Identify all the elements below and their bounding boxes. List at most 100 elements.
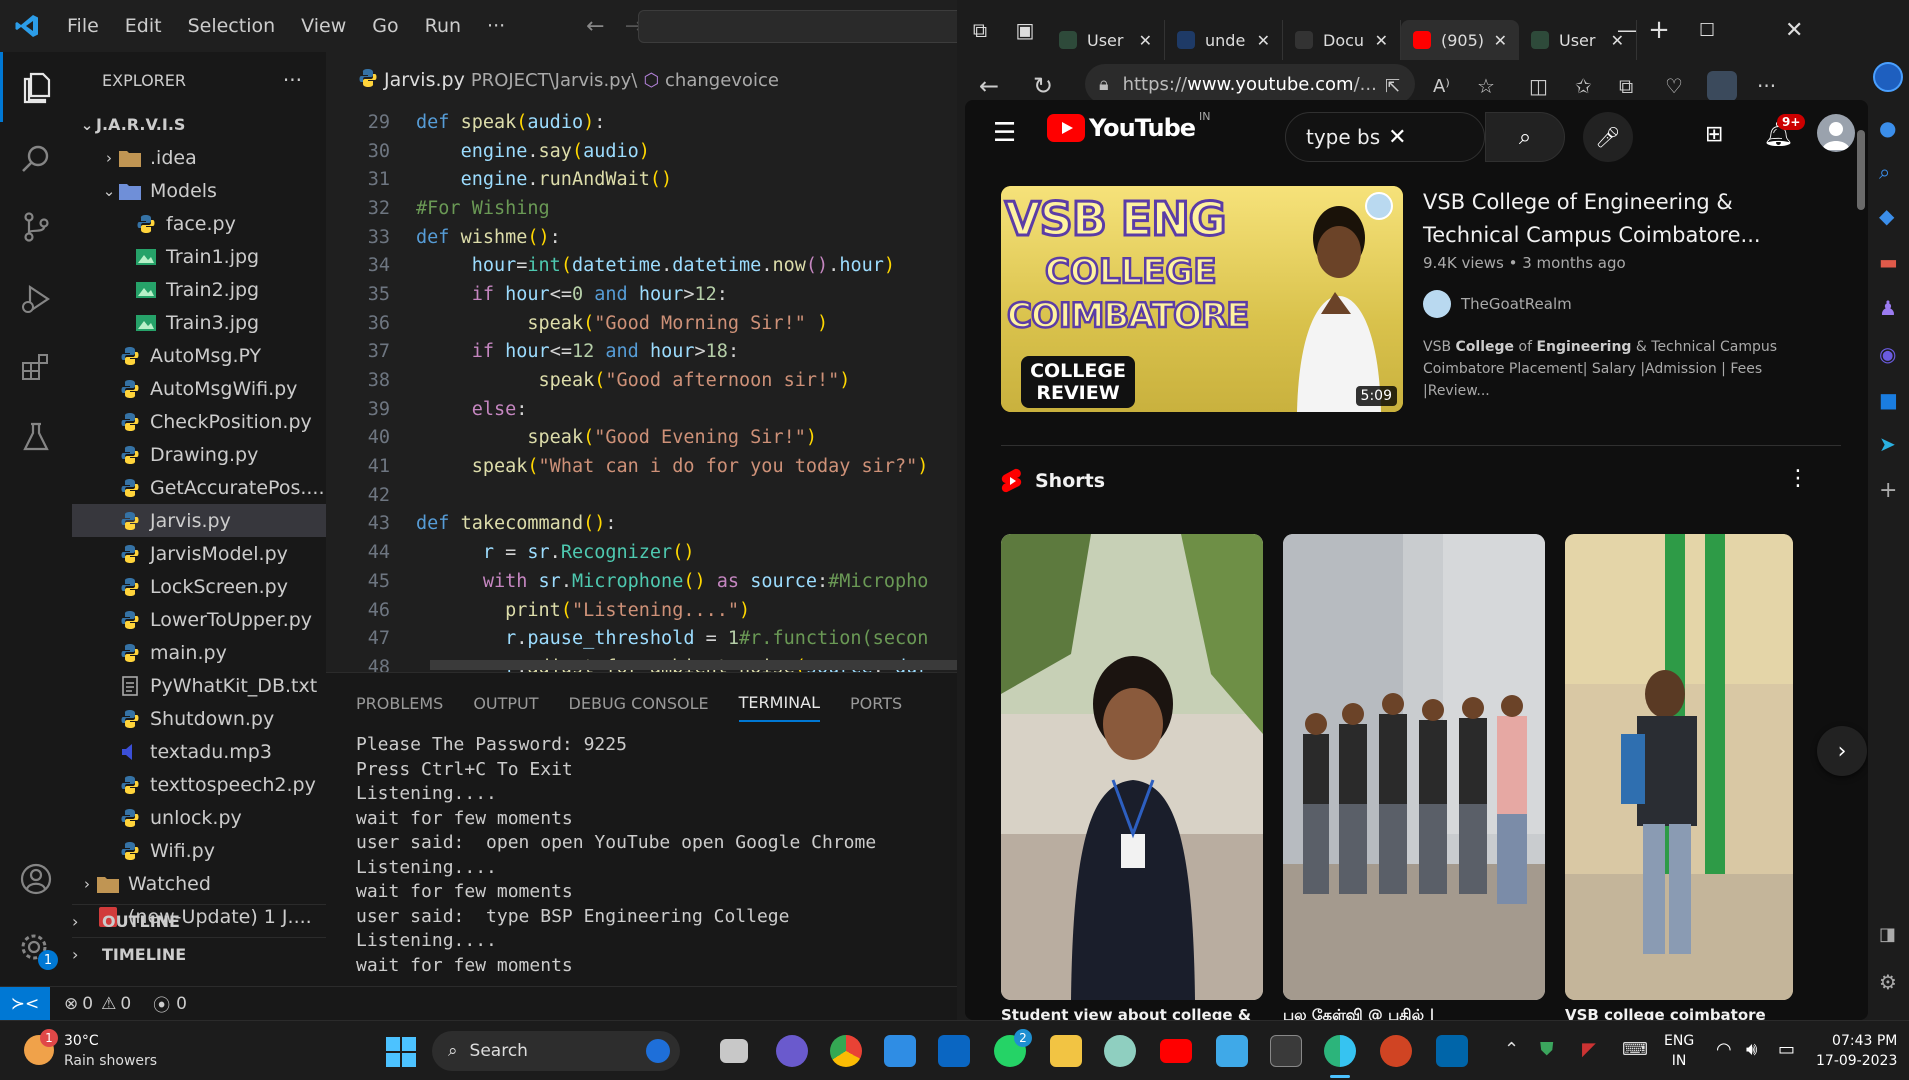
channel-avatar[interactable] <box>1423 290 1451 318</box>
short-title[interactable]: பல கேள்வி @ பதில் | <box>1283 1006 1545 1020</box>
favorite-star-icon[interactable]: ☆ <box>1477 74 1495 98</box>
send-icon[interactable]: ➤ <box>1879 432 1896 456</box>
panel-tab-terminal[interactable]: TERMINAL <box>738 685 821 722</box>
linkedin-icon[interactable] <box>938 1035 970 1067</box>
remote-icon[interactable]: ≻< <box>0 986 50 1020</box>
app-tray-icon[interactable]: ◤ <box>1582 1039 1596 1060</box>
clear-search-icon[interactable]: ✕ <box>1388 125 1406 150</box>
menu-item[interactable]: File <box>54 15 112 37</box>
horizontal-scrollbar[interactable] <box>430 660 957 670</box>
menu-item[interactable]: Edit <box>112 15 175 37</box>
notepad-icon[interactable] <box>1216 1035 1248 1067</box>
browser-tab[interactable]: (905) ✕ <box>1401 20 1519 60</box>
short-title[interactable]: VSB college coimbatore <box>1565 1006 1793 1020</box>
warning-count[interactable]: 0 <box>120 994 131 1014</box>
sidebar-toggle-icon[interactable]: ◨ <box>1879 924 1896 945</box>
video-title[interactable]: VSB College of Engineering & Technical C… <box>1423 186 1823 252</box>
task-view-icon[interactable] <box>720 1039 748 1063</box>
shorts-more-icon[interactable]: ⋮ <box>1787 466 1809 491</box>
search-input[interactable]: type bs <box>1306 125 1380 149</box>
collections-icon[interactable]: ⧉ <box>1619 74 1633 98</box>
start-button[interactable] <box>386 1037 416 1067</box>
file-item[interactable]: Train3.jpg <box>72 306 326 339</box>
short-card[interactable] <box>1565 534 1793 1000</box>
explorer-icon[interactable] <box>0 52 72 122</box>
run-debug-icon[interactable] <box>0 264 72 334</box>
minimize-button[interactable]: — <box>1617 18 1637 42</box>
file-item[interactable]: Drawing.py <box>72 438 326 471</box>
search-icon[interactable]: ⌕ <box>1879 160 1890 184</box>
folder-item[interactable]: › .idea <box>72 141 326 174</box>
breadcrumb-path[interactable]: PROJECT\Jarvis.py\ <box>471 70 637 91</box>
project-root[interactable]: ⌄ J.A.R.V.I.S <box>72 108 326 141</box>
breadcrumb-file[interactable]: Jarvis.py <box>384 69 465 91</box>
explorer-more-button[interactable]: ··· <box>283 68 302 92</box>
file-item[interactable]: LowerToUpper.py <box>72 603 326 636</box>
youtube-search-button[interactable]: ⌕ <box>1485 112 1565 162</box>
youtube-app-icon[interactable] <box>1160 1039 1192 1063</box>
warning-icon[interactable]: ⚠ <box>101 994 116 1014</box>
terminal-icon[interactable] <box>1270 1035 1302 1067</box>
panel-tab-output[interactable]: OUTPUT <box>473 686 538 721</box>
manage-gear-icon[interactable]: 1 <box>0 914 72 984</box>
wifi-icon[interactable]: ◠ <box>1716 1039 1732 1060</box>
menu-item[interactable]: Selection <box>175 15 289 37</box>
youtube-logo[interactable]: YouTube IN <box>1047 110 1211 142</box>
shopping-icon[interactable]: ◆ <box>1879 204 1894 228</box>
favorites-icon[interactable]: ✩ <box>1575 74 1592 98</box>
file-item[interactable]: AutoMsgWifi.py <box>72 372 326 405</box>
page-scrollbar[interactable] <box>1857 130 1865 210</box>
outline-section[interactable]: › OUTLINE <box>72 904 326 937</box>
tab-close-icon[interactable]: ✕ <box>1494 31 1507 50</box>
menu-item[interactable]: ··· <box>474 15 518 37</box>
battery-icon[interactable]: ▭ <box>1778 1039 1795 1060</box>
taskbar-search-box[interactable]: ⌕ Search <box>432 1031 680 1071</box>
back-arrow-icon[interactable]: ← <box>586 14 604 39</box>
workspaces-icon[interactable]: ⧉ <box>957 18 1003 42</box>
panel-tab-debug-console[interactable]: DEBUG CONSOLE <box>569 686 709 721</box>
file-item[interactable]: JarvisModel.py <box>72 537 326 570</box>
back-arrow-icon[interactable]: ← <box>979 72 999 100</box>
volume-icon[interactable]: 🔊︎ <box>1746 1039 1757 1060</box>
tab-close-icon[interactable]: ✕ <box>1257 31 1270 50</box>
panel-tab-problems[interactable]: PROBLEMS <box>356 686 443 721</box>
browser-tab[interactable]: unde ✕ <box>1165 20 1283 60</box>
timeline-section[interactable]: › TIMELINE <box>72 937 326 970</box>
short-card[interactable] <box>1001 534 1263 1000</box>
microsoft365-icon[interactable]: ◉ <box>1879 342 1896 366</box>
source-control-icon[interactable] <box>0 192 72 262</box>
new-tab-button[interactable]: + <box>1637 15 1681 45</box>
settings-more-icon[interactable]: ··· <box>1757 74 1776 98</box>
create-video-icon[interactable]: ⊞ <box>1705 122 1723 147</box>
terminal-output[interactable]: Please The Password: 9225 Press Ctrl+C To… <box>326 733 957 978</box>
browser-essentials-icon[interactable]: ♡ <box>1665 74 1683 98</box>
account-icon[interactable] <box>0 844 72 914</box>
video-thumbnail[interactable]: VSB ENG COLLEGE COIMBATORE COLLEGE REVIE… <box>1001 186 1403 412</box>
file-item[interactable]: textadu.mp3 <box>72 735 326 768</box>
file-item[interactable]: Shutdown.py <box>72 702 326 735</box>
microsoft-store-icon[interactable] <box>884 1035 916 1067</box>
copilot-icon[interactable] <box>1873 62 1903 92</box>
breadcrumb-symbol[interactable]: changevoice <box>665 70 779 91</box>
file-explorer-icon[interactable] <box>1050 1035 1082 1067</box>
file-item[interactable]: AutoMsg.PY <box>72 339 326 372</box>
browser-tab[interactable]: User ✕ <box>1047 20 1165 60</box>
outlook-icon[interactable]: ■ <box>1879 388 1898 412</box>
menu-item[interactable]: View <box>288 15 359 37</box>
short-title[interactable]: Student view about college & <box>1001 1006 1263 1020</box>
file-item[interactable]: texttospeech2.py <box>72 768 326 801</box>
edge-icon[interactable] <box>1324 1035 1356 1067</box>
file-item[interactable]: Train1.jpg <box>72 240 326 273</box>
command-center[interactable] <box>638 10 957 43</box>
refresh-icon[interactable]: ↻ <box>1033 72 1053 100</box>
tools-icon[interactable]: ▬ <box>1879 250 1898 274</box>
ports-icon[interactable]: ⦿ <box>153 991 170 1016</box>
file-item[interactable]: Train2.jpg <box>72 273 326 306</box>
menu-item[interactable]: Run <box>412 15 474 37</box>
vscode-icon[interactable] <box>1436 1035 1468 1067</box>
file-item[interactable]: face.py <box>72 207 326 240</box>
error-count[interactable]: 0 <box>82 994 93 1014</box>
file-item[interactable]: main.py <box>72 636 326 669</box>
channel-row[interactable]: TheGoatRealm <box>1423 290 1572 318</box>
file-item[interactable]: PyWhatKit_DB.txt <box>72 669 326 702</box>
